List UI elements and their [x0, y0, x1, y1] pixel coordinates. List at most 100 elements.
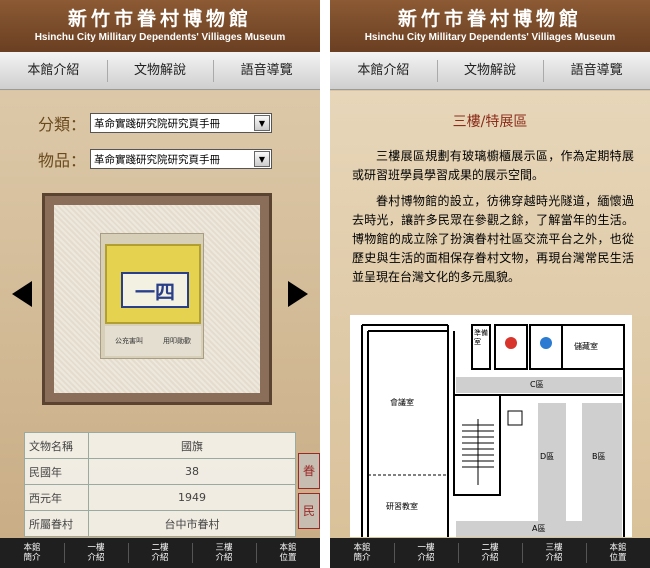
table-row: 所屬眷村 台中市眷村 — [24, 510, 296, 537]
elevator-icon — [507, 410, 523, 426]
nav-label-line2: 介紹 — [87, 553, 105, 563]
nav-label-line2: 介紹 — [215, 553, 233, 563]
study-room-label: 研習教室 — [386, 502, 418, 511]
table-value: 1949 — [88, 484, 296, 511]
seal-stamp: 眷 — [298, 453, 320, 489]
nav-label-line2: 介紹 — [417, 553, 435, 563]
artifact-panel: 分類： 革命實踐研究院研究頁手冊 ▼ 物品： 革命實踐研究院研究頁手冊 ▼ 一四 — [0, 91, 320, 538]
nav-label-line1: 本館 — [279, 543, 297, 553]
artifact-image: 一四 公充害叫 用叩勛歡 — [54, 205, 260, 393]
table-value: 台中市眷村 — [88, 510, 296, 537]
zone-c-label: C區 — [530, 380, 544, 389]
restroom-male-icon — [540, 337, 552, 349]
table-row: 民國年 38 — [24, 458, 296, 485]
tab-museum-intro[interactable]: 本館介紹 — [0, 52, 107, 89]
tab-audio-guide[interactable]: 語音導覽 — [543, 52, 650, 89]
nav-label-line1: 一樓 — [417, 543, 435, 553]
nav-museum-intro[interactable]: 本館 簡介 — [330, 538, 394, 568]
nav-floor-1[interactable]: 一樓 介紹 — [394, 538, 458, 568]
bottom-nav: 本館 簡介 一樓 介紹 二樓 介紹 三樓 介紹 本館 位置 — [0, 538, 320, 568]
tab-artifact-commentary[interactable]: 文物解說 — [106, 52, 214, 89]
nav-floor-2[interactable]: 二樓 介紹 — [128, 538, 192, 568]
item-row: 物品： 革命實踐研究院研究頁手冊 ▼ — [38, 147, 272, 171]
tab-artifact-commentary[interactable]: 文物解說 — [436, 52, 544, 89]
app-header: 新竹市眷村博物館 Hsinchu City Millitary Dependen… — [0, 0, 320, 52]
nav-museum-intro[interactable]: 本館 簡介 — [0, 538, 64, 568]
floor-plan: 會議室 研習教室 準備室 儲藏室 C區 D區 B區 A區 — [350, 315, 632, 537]
chevron-down-icon[interactable]: ▼ — [254, 115, 270, 131]
nav-floor-3[interactable]: 三樓 介紹 — [192, 538, 256, 568]
nav-label-line2: 位置 — [609, 553, 627, 563]
artifact-lower-label: 公充害叫 用叩勛歡 — [105, 326, 201, 356]
nav-label-line2: 介紹 — [151, 553, 169, 563]
app-subtitle: Hsinchu City Millitary Dependents' Villi… — [364, 32, 616, 43]
zone-d-label: D區 — [540, 452, 555, 461]
nav-label-line1: 二樓 — [151, 543, 169, 553]
table-row: 文物名稱 國旗 — [24, 432, 296, 459]
nav-label-line1: 二樓 — [481, 543, 499, 553]
next-arrow-icon[interactable] — [288, 281, 308, 307]
tab-museum-intro[interactable]: 本館介紹 — [330, 52, 437, 89]
table-key: 西元年 — [24, 484, 89, 511]
zone-a-label: A區 — [532, 524, 546, 533]
app-subtitle: Hsinchu City Millitary Dependents' Villi… — [34, 32, 286, 43]
artifact-photo: 一四 公充害叫 用叩勛歡 — [100, 233, 204, 359]
category-select-value: 革命實踐研究院研究頁手冊 — [94, 117, 220, 130]
table-key: 所屬眷村 — [24, 510, 89, 537]
description-paragraph: 眷村博物館的設立，彷彿穿越時光隧道，緬懷過去時光，讓許多民眾在參觀之餘，了解當年… — [352, 194, 634, 284]
artifact-cover-text: 一四 — [121, 272, 189, 308]
app-title: 新竹市眷村博物館 — [397, 8, 582, 30]
artifact-lower-right: 用叩勛歡 — [163, 337, 191, 345]
table-value: 國旗 — [88, 432, 296, 459]
prep-room-label: 準備室 — [474, 329, 488, 346]
item-select-value: 革命實踐研究院研究頁手冊 — [94, 153, 220, 166]
nav-label-line2: 簡介 — [23, 553, 41, 563]
category-select[interactable]: 革命實踐研究院研究頁手冊 ▼ — [90, 113, 272, 133]
category-row: 分類： 革命實踐研究院研究頁手冊 ▼ — [38, 111, 272, 135]
nav-label-line2: 介紹 — [545, 553, 563, 563]
table-key: 民國年 — [24, 458, 89, 485]
artifact-image-frame: 一四 公充害叫 用叩勛歡 — [42, 193, 272, 405]
previous-arrow-icon[interactable] — [12, 281, 32, 307]
artifact-info-table: 文物名稱 國旗 民國年 38 西元年 1949 所屬眷村 台中市眷村 — [24, 432, 296, 537]
storage-room-label: 儲藏室 — [574, 342, 598, 351]
section-title: 三樓/特展區 — [452, 114, 528, 130]
nav-label-line1: 本館 — [609, 543, 627, 553]
nav-floor-3[interactable]: 三樓 介紹 — [522, 538, 586, 568]
nav-floor-1[interactable]: 一樓 介紹 — [64, 538, 128, 568]
top-tab-bar: 本館介紹 文物解說 語音導覽 — [330, 52, 650, 90]
item-select[interactable]: 革命實踐研究院研究頁手冊 ▼ — [90, 149, 272, 169]
top-tab-bar: 本館介紹 文物解說 語音導覽 — [0, 52, 320, 90]
nav-label-line1: 三樓 — [545, 543, 563, 553]
tab-audio-guide[interactable]: 語音導覽 — [213, 52, 320, 89]
seal-stamp: 民 — [298, 493, 320, 529]
chevron-down-icon[interactable]: ▼ — [254, 151, 270, 167]
nav-label-line2: 介紹 — [481, 553, 499, 563]
category-label: 分類： — [38, 115, 87, 134]
table-key: 文物名稱 — [24, 432, 89, 459]
restroom-female-icon — [505, 337, 517, 349]
nav-floor-2[interactable]: 二樓 介紹 — [458, 538, 522, 568]
nav-label-line2: 簡介 — [353, 553, 371, 563]
nav-label-line1: 本館 — [23, 543, 41, 553]
floor-screen: 新竹市眷村博物館 Hsinchu City Millitary Dependen… — [330, 0, 650, 568]
nav-location[interactable]: 本館 位置 — [586, 538, 650, 568]
description-paragraph: 三樓展區規劃有玻璃櫥櫃展示區，作為定期特展或研習班學員學習成果的展示空間。 — [352, 149, 634, 182]
nav-label-line2: 位置 — [279, 553, 297, 563]
app-header: 新竹市眷村博物館 Hsinchu City Millitary Dependen… — [330, 0, 650, 52]
table-row: 西元年 1949 — [24, 484, 296, 511]
nav-label-line1: 本館 — [353, 543, 371, 553]
nav-label-line1: 一樓 — [87, 543, 105, 553]
item-label: 物品： — [38, 151, 87, 170]
table-value: 38 — [88, 458, 296, 485]
artifact-lower-left: 公充害叫 — [115, 337, 143, 345]
floor-panel: 三樓/特展區 三樓展區規劃有玻璃櫥櫃展示區，作為定期特展或研習班學員學習成果的展… — [330, 91, 650, 538]
meeting-room-label: 會議室 — [390, 398, 414, 407]
artifact-screen: 新竹市眷村博物館 Hsinchu City Millitary Dependen… — [0, 0, 320, 568]
bottom-nav: 本館 簡介 一樓 介紹 二樓 介紹 三樓 介紹 本館 位置 — [330, 538, 650, 568]
nav-label-line1: 三樓 — [215, 543, 233, 553]
artifact-cover: 一四 — [105, 244, 201, 324]
app-title: 新竹市眷村博物館 — [67, 8, 252, 30]
nav-location[interactable]: 本館 位置 — [256, 538, 320, 568]
zone-b-label: B區 — [592, 452, 606, 461]
